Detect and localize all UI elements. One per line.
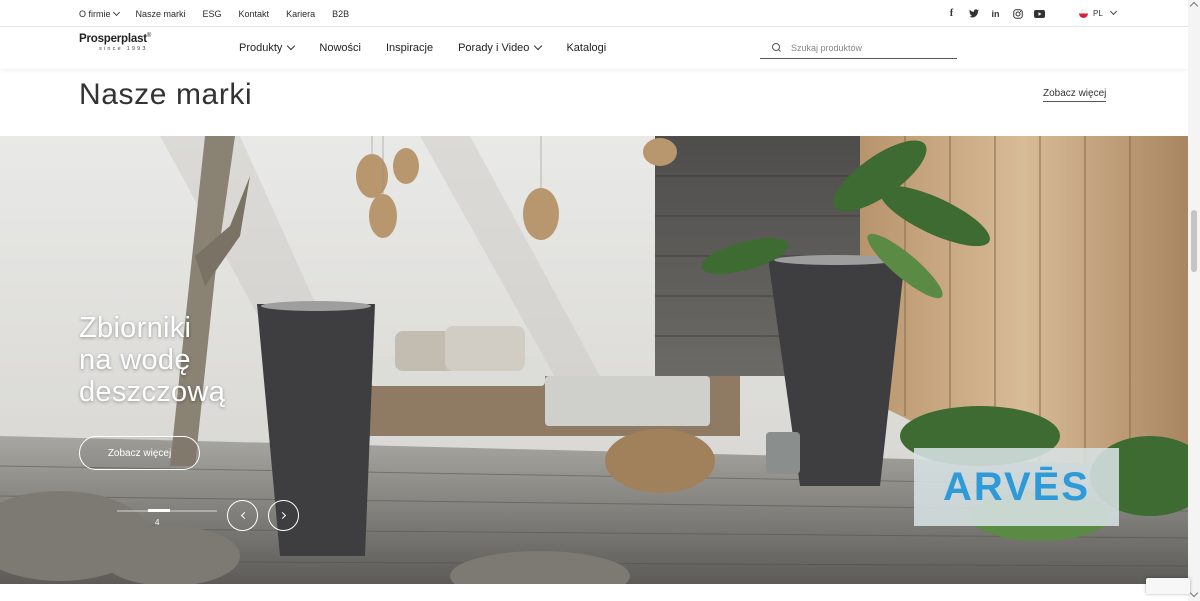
chevron-right-icon [278,511,286,520]
see-more-link[interactable]: Zobacz więcej [1043,88,1107,102]
nav-katalogi[interactable]: Katalogi [566,42,606,54]
poland-flag-icon [1079,9,1088,18]
nav-porady-i-video[interactable]: Porady i Video [458,41,543,54]
language-label: PL [1093,9,1103,18]
nav-inspiracje[interactable]: Inspiracje [386,42,433,54]
logo-since: since 1993 [99,46,148,52]
link-kariera[interactable]: Kariera [286,9,315,19]
search-input[interactable] [791,42,951,53]
search-icon[interactable] [772,43,781,52]
logo-text: Prosperplast [79,33,147,45]
main-header: Prosperplast® since 1993 Produkty Nowośc… [0,27,1188,69]
search-bar [760,37,957,59]
top-utility-bar: O firmie Nasze marki ESG Kontakt Kariera… [0,0,1188,27]
hero-slider: Zbiorniki na wodę deszczową Zobacz więce… [0,136,1188,584]
slider-next-button[interactable] [268,500,299,531]
link-esg[interactable]: ESG [203,9,222,19]
hero-see-more-button[interactable]: Zobacz więcej [79,436,200,470]
link-nasze-marki[interactable]: Nasze marki [136,9,186,19]
logo-wordmark: Prosperplast® [79,33,159,45]
slide-number: 4 [155,518,160,527]
language-selector[interactable]: PL [1079,0,1117,27]
scroll-up-arrow-icon[interactable] [1189,1,1199,11]
twitter-icon[interactable] [968,8,979,19]
page-title: Nasze marki [79,78,253,111]
scroll-thumb[interactable] [1191,210,1197,272]
chevron-down-icon [1109,7,1117,16]
main-nav: Produkty Nowości Inspiracje Porady i Vid… [239,27,606,69]
chevron-down-icon [112,8,120,16]
facebook-icon[interactable]: f [946,8,957,19]
nav-label: Produkty [239,42,283,54]
chevron-left-icon [240,511,248,520]
scroll-down-arrow-icon[interactable] [1189,588,1199,598]
recaptcha-badge[interactable] [1146,578,1190,594]
linkedin-icon[interactable]: in [990,8,1001,19]
link-b2b[interactable]: B2B [332,9,349,19]
slider-prev-button[interactable] [227,500,258,531]
chevron-down-icon [534,41,543,51]
slider-progress-active [148,509,170,512]
nav-nowosci[interactable]: Nowości [319,42,361,54]
logo-registered-mark: ® [146,33,152,40]
nav-label: Porady i Video [458,42,530,54]
instagram-icon[interactable] [1012,8,1023,19]
hero-heading-line: Zbiorniki [79,312,192,344]
youtube-icon[interactable] [1034,8,1045,19]
chevron-down-icon [287,41,296,51]
link-label: O firmie [79,8,111,19]
link-o-firmie[interactable]: O firmie [79,8,120,19]
prosperplast-logo[interactable]: Prosperplast® since 1993 [79,33,159,61]
nav-produkty[interactable]: Produkty [239,41,296,54]
link-kontakt[interactable]: Kontakt [239,9,270,19]
hero-heading: Zbiorniki na wodę deszczową [79,312,225,408]
hero-heading-line: na wodę [79,344,191,376]
page-scrollbar[interactable] [1188,0,1200,601]
utility-links: O firmie Nasze marki ESG Kontakt Kariera… [79,0,349,27]
brand-badge[interactable]: ARVĒS [914,448,1119,526]
hero-heading-line: deszczową [79,376,226,408]
social-links: f in [946,0,1045,27]
